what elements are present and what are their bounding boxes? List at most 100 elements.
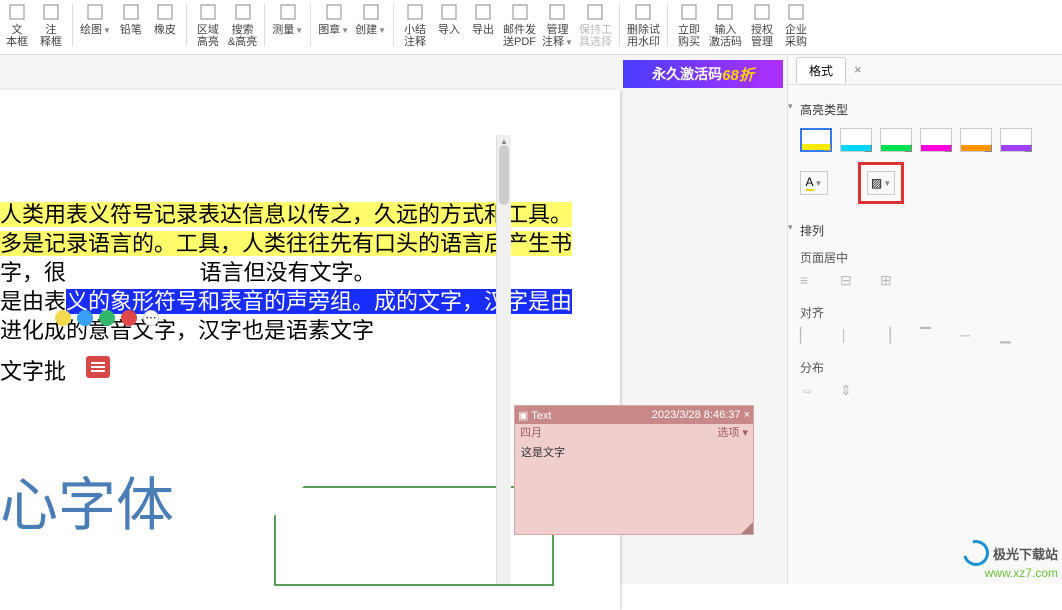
sticky-note[interactable]: ▣ Text 2023/3/28 8:46:37 × 四月 选项 ▾ 这是文字 <box>514 405 754 535</box>
align-middle-icon[interactable]: ─ <box>960 327 978 345</box>
scrollbar-thumb[interactable] <box>499 145 509 205</box>
toolbar-导入[interactable]: 导入 <box>432 2 466 36</box>
sticky-author: 四月 <box>520 424 542 440</box>
toolbar-铅笔[interactable]: 铅笔 <box>114 2 148 36</box>
toolbar-icon <box>439 2 459 22</box>
align-right-icon[interactable]: ▕ <box>880 327 898 345</box>
font-color-button[interactable]: A▼ <box>800 171 828 195</box>
align-label: 对齐 <box>800 304 1050 321</box>
page-center-label: 页面居中 <box>800 249 1050 266</box>
promo-banner[interactable]: 永久激活码68折 <box>623 60 783 88</box>
toolbar-icon <box>324 2 344 22</box>
color-dot[interactable] <box>121 310 137 326</box>
toolbar-label: 保持工 具选择 <box>579 24 612 48</box>
toolbar-label: 删除试 用水印 <box>627 24 660 48</box>
highlight-swatch-yellow[interactable] <box>800 128 832 152</box>
align-center-icon[interactable]: ∣ <box>840 327 858 345</box>
center-both-icon[interactable]: ⊞ <box>880 272 898 290</box>
distribute-h-icon[interactable]: ⇔ <box>800 382 818 400</box>
align-left-icon[interactable]: ▏ <box>800 327 818 345</box>
section-highlight-type[interactable]: 高亮类型 <box>800 101 1050 118</box>
toolbar-icon <box>473 2 493 22</box>
toolbar-橡皮[interactable]: 橡皮 <box>148 2 182 36</box>
highlight-swatch-orange[interactable] <box>960 128 992 152</box>
toolbar-label: 图章▼ <box>318 24 349 36</box>
toolbar-管理注释[interactable]: 管理 注释▼ <box>539 2 576 48</box>
toolbar-icon <box>786 2 806 22</box>
sticky-timestamp: 2023/3/28 8:46:37 <box>652 409 741 421</box>
toolbar-label: 导出 <box>472 24 494 36</box>
promo-price: 68折 <box>722 64 754 85</box>
toolbar-小结注释[interactable]: 小结 注释 <box>398 2 432 48</box>
toolbar-label: 导入 <box>438 24 460 36</box>
vertical-scrollbar[interactable]: ▲ <box>496 135 511 584</box>
toolbar-icon <box>715 2 735 22</box>
section-arrange[interactable]: 排列 <box>800 222 1050 239</box>
color-dot[interactable] <box>99 310 115 326</box>
format-sidebar: 格式 × 高亮类型 A▼ ▨▼ 排列 页面居中 ≡ ⊟ ⊞ 对齐 ▏ ∣ ▕ ▔ <box>787 55 1062 584</box>
fill-color-button[interactable]: ▨▼ <box>858 162 904 204</box>
toolbar-绘图[interactable]: 绘图▼ <box>77 2 114 36</box>
toolbar-导出[interactable]: 导出 <box>466 2 500 36</box>
polygon-shape[interactable] <box>274 486 554 586</box>
toolbar-测量[interactable]: 测量▼ <box>269 2 306 36</box>
toolbar-label: 橡皮 <box>154 24 176 36</box>
body-text: 语言但没有文字。 <box>200 260 376 285</box>
align-bottom-icon[interactable]: ▁ <box>1000 327 1018 345</box>
align-top-icon[interactable]: ▔ <box>920 327 938 345</box>
toolbar-企业采购[interactable]: 企业 采购 <box>779 2 813 48</box>
color-picker-popup[interactable]: ⋯ <box>55 310 159 326</box>
highlight-swatch-row <box>800 128 1050 152</box>
center-h-icon[interactable]: ≡ <box>800 272 818 290</box>
toolbar-icon <box>278 2 298 22</box>
toolbar-保持工具[interactable]: 保持工 具选择 <box>576 2 615 48</box>
distribute-v-icon[interactable]: ⇕ <box>840 382 858 400</box>
note-icon: ▣ <box>518 410 528 422</box>
highlighted-text[interactable]: 多是记录语言的。工具，人类往往先有口头的语言后产生书 <box>0 231 572 256</box>
toolbar-图章[interactable]: 图章▼ <box>315 2 352 36</box>
toolbar-立即购买[interactable]: 立即 购买 <box>672 2 706 48</box>
toolbar-邮件发送[interactable]: 邮件发 送PDF <box>500 2 539 48</box>
sticky-body[interactable]: 这是文字 <box>515 440 753 464</box>
comment-icon[interactable] <box>86 356 110 378</box>
brand-name: 极光下载站 <box>993 544 1058 563</box>
highlight-swatch-purple[interactable] <box>1000 128 1032 152</box>
center-v-icon[interactable]: ⊟ <box>840 272 858 290</box>
toolbar-label: 小结 注释 <box>404 24 426 48</box>
highlight-swatch-cyan[interactable] <box>840 128 872 152</box>
toolbar-删除试用[interactable]: 删除试 用水印 <box>624 2 663 48</box>
resize-handle[interactable] <box>741 522 753 534</box>
toolbar-授权管理[interactable]: 授权 管理 <box>745 2 779 48</box>
toolbar-icon <box>198 2 218 22</box>
highlight-swatch-magenta[interactable] <box>920 128 952 152</box>
toolbar-label: 企业 采购 <box>785 24 807 48</box>
toolbar-label: 搜索 &高亮 <box>228 24 257 48</box>
toolbar-文本框[interactable]: 文 本框 <box>0 2 34 48</box>
toolbar-icon <box>679 2 699 22</box>
toolbar-区域高亮[interactable]: 区域 高亮 <box>191 2 225 48</box>
close-icon[interactable]: × <box>744 409 750 421</box>
brand-url: www.xz7.com <box>985 566 1058 580</box>
toolbar-label: 邮件发 送PDF <box>503 24 536 48</box>
sticky-type: Text <box>531 410 551 422</box>
toolbar-label: 创建▼ <box>355 24 386 36</box>
toolbar-创建[interactable]: 创建▼ <box>352 2 389 36</box>
toolbar-label: 管理 注释▼ <box>542 24 573 48</box>
toolbar-icon <box>7 2 27 22</box>
close-icon[interactable]: × <box>854 62 862 77</box>
toolbar-搜索&高[interactable]: 搜索 &高亮 <box>225 2 260 48</box>
toolbar-注释框[interactable]: 注 释框 <box>34 2 68 48</box>
sticky-options-button[interactable]: 选项 ▾ <box>717 424 748 440</box>
toolbar-icon <box>361 2 381 22</box>
toolbar-label: 文 本框 <box>6 24 28 48</box>
toolbar-输入激活[interactable]: 输入 激活码 <box>706 2 745 48</box>
sidebar-tab-format[interactable]: 格式 <box>796 57 846 83</box>
toolbar-icon <box>633 2 653 22</box>
highlighted-text[interactable]: 人类用表义符号记录表达信息以传之，久远的方式和工具。 <box>0 202 572 227</box>
highlight-swatch-green[interactable] <box>880 128 912 152</box>
color-dot[interactable] <box>77 310 93 326</box>
color-dot[interactable]: ⋯ <box>143 310 159 326</box>
color-dot[interactable] <box>55 310 71 326</box>
decorative-heading: 心字体 <box>0 458 174 542</box>
document-viewport: ⊞ ▭ 人类用表义符号记录表达信息以传之，久远的方式和工具。 多是记录语言的。工… <box>0 55 787 584</box>
